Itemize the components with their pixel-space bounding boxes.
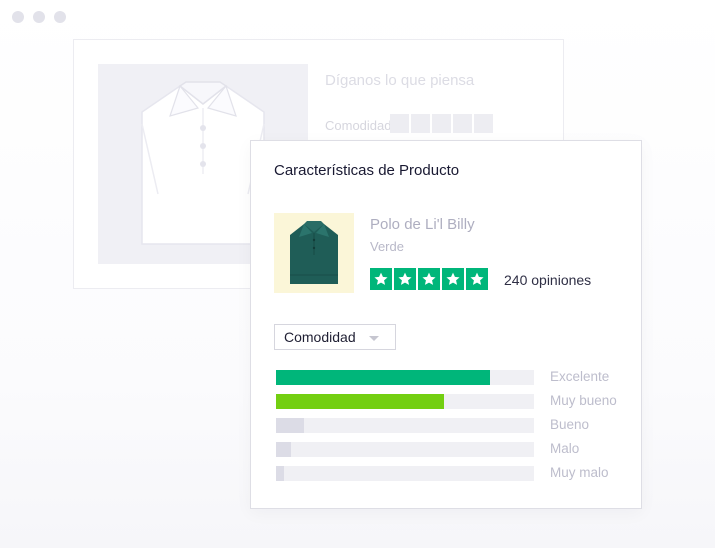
product-variant: Verde [370, 239, 404, 254]
star-icon [394, 268, 416, 290]
rating-bar-fill [276, 466, 284, 481]
rating-bar-label: Malo [550, 441, 580, 456]
card-title: Características de Producto [274, 162, 460, 179]
star-icon [418, 268, 440, 290]
rating-bar-label: Bueno [550, 417, 590, 432]
rating-bar-track [276, 370, 534, 385]
window-dot-maximize[interactable] [54, 11, 66, 23]
empty-star-icon[interactable] [390, 114, 409, 133]
rating-bar-track [276, 442, 534, 457]
rating-bar-label: Muy malo [550, 465, 609, 480]
category-dropdown-value: Comodidad [284, 329, 356, 345]
rating-bar-track [276, 466, 534, 481]
rating-bar-fill [276, 370, 490, 385]
category-dropdown[interactable]: Comodidad [274, 324, 396, 350]
rating-bar-fill [276, 394, 444, 409]
feedback-rating-label: Comodidad [325, 118, 392, 133]
rating-bar-fill [276, 442, 291, 457]
product-image [274, 213, 354, 293]
window-dot-close[interactable] [12, 11, 24, 23]
empty-star-icon[interactable] [474, 114, 493, 133]
green-polo-icon [274, 213, 354, 293]
window-controls [12, 11, 66, 23]
window-dot-minimize[interactable] [33, 11, 45, 23]
feedback-star-input[interactable] [390, 114, 493, 133]
trustpilot-star-rating [370, 268, 488, 290]
review-count[interactable]: 240 opiniones [504, 272, 591, 288]
rating-bar-label: Excelente [550, 369, 610, 384]
caret-down-icon [369, 336, 379, 341]
star-icon [466, 268, 488, 290]
empty-star-icon[interactable] [411, 114, 430, 133]
feedback-title: Díganos lo que piensa [325, 72, 475, 89]
rating-bar-fill [276, 418, 304, 433]
rating-bar-track [276, 394, 534, 409]
rating-bar-label: Muy bueno [550, 393, 617, 408]
star-icon [370, 268, 392, 290]
star-icon [442, 268, 464, 290]
empty-star-icon[interactable] [432, 114, 451, 133]
product-characteristics-card: Características de Producto Polo de Li'l… [250, 140, 642, 509]
browser-window: Díganos lo que piensa Comodidad Caracter… [0, 0, 715, 548]
product-name: Polo de Li'l Billy [370, 216, 475, 233]
rating-bar-track [276, 418, 534, 433]
empty-star-icon[interactable] [453, 114, 472, 133]
